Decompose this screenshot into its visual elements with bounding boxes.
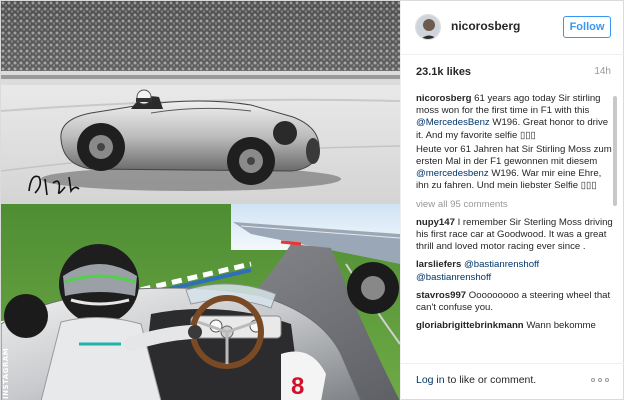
list-item: stavros997 Ooooooooo a steering wheel th… xyxy=(416,290,616,314)
historic-race-photo xyxy=(1,1,400,204)
instagram-watermark: INSTAGRAM xyxy=(2,347,10,399)
comment-username[interactable]: larsliefers xyxy=(416,259,461,270)
more-options-icon[interactable] xyxy=(591,376,611,384)
list-item: nupy147 I remember Sir Sterling Moss dri… xyxy=(416,217,616,254)
post-footer: Log in to like or comment. xyxy=(401,363,624,400)
post-time[interactable]: 14h xyxy=(594,66,611,77)
caption-mention-mercedesbenz[interactable]: @MercedesBenz xyxy=(416,117,490,128)
login-prompt-text: to like or comment. xyxy=(444,374,537,386)
comment-username[interactable]: gloriabrigittebrinkmann xyxy=(416,320,524,331)
comments-scrollbar-thumb[interactable] xyxy=(613,96,617,206)
dot-icon xyxy=(598,378,602,382)
avatar[interactable] xyxy=(415,14,441,40)
post-side-panel: nicorosberg Follow 23.1k likes 14h nicor… xyxy=(400,1,624,400)
comment-mention[interactable]: @bastianrenshoff xyxy=(464,259,539,270)
post-media[interactable]: 8 INSTAGRAM xyxy=(1,1,400,400)
dot-icon xyxy=(591,378,595,382)
comment-username[interactable]: stavros997 xyxy=(416,290,466,301)
comments-list[interactable]: nicorosberg 61 years ago today Sir stirl… xyxy=(416,93,616,355)
username[interactable]: nicorosberg xyxy=(451,19,520,33)
login-prompt: Log in to like or comment. xyxy=(416,374,536,386)
likes-count[interactable]: 23.1k likes xyxy=(416,66,471,78)
comment-mention[interactable]: @bastianrenshoff xyxy=(416,272,491,283)
caption-username[interactable]: nicorosberg xyxy=(416,93,471,104)
selfie-photo: 8 xyxy=(1,204,400,400)
stats-row: 23.1k likes 14h xyxy=(416,66,611,80)
list-item: gloriabrigittebrinkmann Wann bekomme xyxy=(416,320,616,332)
list-item: larsliefers @bastianrenshoff @bastianren… xyxy=(416,259,616,283)
comment-username[interactable]: nupy147 xyxy=(416,217,455,228)
view-all-comments-link[interactable]: view all 95 comments xyxy=(416,199,616,211)
instagram-post-embed: 8 INSTAGRAM nicorosberg Follow 23.1k lik… xyxy=(0,0,624,400)
post-header: nicorosberg Follow xyxy=(401,1,624,55)
comment-text: Wann bekomme xyxy=(523,320,596,332)
follow-button[interactable]: Follow xyxy=(563,16,611,38)
caption-text-de-1: Heute vor 61 Jahren hat Sir Stirling Mos… xyxy=(416,143,612,168)
login-link[interactable]: Log in xyxy=(416,374,445,386)
dot-icon xyxy=(605,378,609,382)
caption: nicorosberg 61 years ago today Sir stirl… xyxy=(416,93,616,193)
caption-mention-mercedesbenz-de[interactable]: @mercedesbenz xyxy=(416,168,489,179)
svg-text:8: 8 xyxy=(291,373,304,400)
